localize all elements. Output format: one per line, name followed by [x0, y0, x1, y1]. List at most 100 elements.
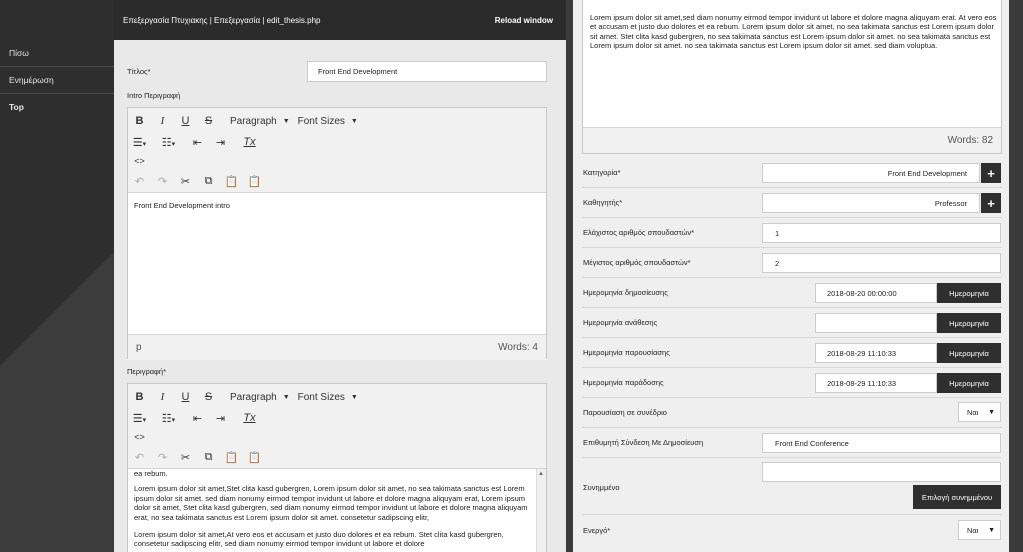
- description-paragraph: Lorem ipsum dolor sit amet,Stet clita ka…: [134, 484, 528, 522]
- bullet-list-icon[interactable]: ☰▾: [128, 136, 151, 149]
- presentation-date-label: Ημερομηνία παρουσίασης: [583, 348, 670, 357]
- chevron-down-icon: ▼: [350, 393, 358, 401]
- add-category-button[interactable]: +: [981, 163, 1001, 183]
- conference-row: Παρουσίαση σε συνέδριο Ναι ▼: [582, 398, 1002, 428]
- page-scrollbar[interactable]: [1009, 0, 1023, 552]
- professor-label: Καθηγητής*: [583, 198, 623, 207]
- presentation-date-button[interactable]: Ημερομηνία: [937, 343, 1001, 363]
- strikethrough-button[interactable]: S: [197, 115, 220, 127]
- intro-word-count: Words: 4: [498, 342, 538, 353]
- category-field[interactable]: Front End Development: [762, 163, 980, 183]
- assign-date-button[interactable]: Ημερομηνία: [937, 313, 1001, 333]
- intro-description-label: Intro Περιγραφή: [127, 91, 181, 100]
- outdent-icon[interactable]: ⇤: [186, 412, 209, 425]
- max-students-row: Μέγιστος αριθμός σπουδαστών* 2: [582, 248, 1002, 278]
- undo-icon[interactable]: ↶: [128, 175, 151, 188]
- scroll-up-icon[interactable]: ▲: [538, 471, 544, 477]
- intro-text: Front End Development intro: [134, 201, 230, 210]
- paste-icon[interactable]: 📋: [220, 175, 243, 188]
- outdent-icon[interactable]: ⇤: [186, 136, 209, 149]
- max-students-input[interactable]: 2: [762, 253, 1001, 273]
- paste-text-icon[interactable]: 📋: [243, 451, 266, 464]
- active-label: Ενεργό*: [583, 526, 611, 535]
- en-label: EN: [590, 0, 600, 2]
- description-paragraph: Lorem ipsum dolor sit amet,At vero eos e…: [134, 530, 504, 549]
- paste-icon[interactable]: 📋: [220, 451, 243, 464]
- publish-date-button[interactable]: Ημερομηνία: [937, 283, 1001, 303]
- paragraph-select-label: Paragraph: [230, 115, 277, 127]
- intro-edit-area[interactable]: Front End Development intro: [128, 193, 546, 334]
- sidebar-item-back[interactable]: Πίσω: [0, 40, 114, 67]
- numbered-list-icon[interactable]: ☷▾: [157, 136, 180, 149]
- clear-format-icon[interactable]: Tx: [238, 412, 261, 424]
- left-form-panel: Τίτλος* Front End Development Intro Περι…: [114, 40, 566, 552]
- description-edit-area[interactable]: ea rebum. Lorem ipsum dolor sit amet,Ste…: [128, 469, 546, 552]
- assign-date-input[interactable]: [815, 313, 937, 333]
- bold-button[interactable]: B: [128, 391, 151, 403]
- desired-link-row: Επιθυμητή Σύνδεση Με Δημοσίευση Front En…: [582, 428, 1002, 458]
- clear-format-icon[interactable]: Tx: [238, 136, 261, 148]
- bullet-list-icon[interactable]: ☰▾: [128, 412, 151, 425]
- redo-icon[interactable]: ↷: [151, 175, 174, 188]
- indent-icon[interactable]: ⇥: [209, 412, 232, 425]
- category-label: Κατηγορία*: [583, 168, 621, 177]
- strikethrough-button[interactable]: S: [197, 391, 220, 403]
- sidebar-item-update[interactable]: Ενημέρωση: [0, 67, 114, 94]
- right-form-panel: EN Lorem ipsum dolor sit amet,sed diam n…: [573, 0, 1009, 552]
- description-scrollbar[interactable]: ▲: [536, 469, 546, 552]
- paste-text-icon[interactable]: 📋: [243, 175, 266, 188]
- source-code-icon[interactable]: <>: [128, 156, 151, 166]
- en-edit-area[interactable]: Lorem ipsum dolor sit amet,sed diam nonu…: [590, 13, 998, 50]
- sidebar-item-top[interactable]: Top: [0, 94, 114, 121]
- add-professor-button[interactable]: +: [981, 193, 1001, 213]
- copy-icon[interactable]: ⧉: [197, 175, 220, 188]
- title-input[interactable]: Front End Development: [307, 61, 547, 82]
- copy-icon[interactable]: ⧉: [197, 451, 220, 464]
- paragraph-select[interactable]: Paragraph ▼: [230, 392, 290, 403]
- cut-icon[interactable]: ✂: [174, 451, 197, 464]
- attachment-input[interactable]: [762, 462, 1001, 482]
- delivery-date-input[interactable]: 2018-08-29 11:10:33: [815, 373, 937, 393]
- undo-icon[interactable]: ↶: [128, 451, 151, 464]
- font-size-select[interactable]: Font Sizes ▼: [298, 392, 358, 403]
- underline-button[interactable]: U: [174, 391, 197, 403]
- sidebar-menu: Πίσω Ενημέρωση Top: [0, 40, 114, 121]
- conference-select[interactable]: Ναι ▼: [958, 402, 1001, 422]
- active-select-value: Ναι: [967, 525, 979, 535]
- underline-button[interactable]: U: [174, 115, 197, 127]
- professor-field[interactable]: Professor: [762, 193, 980, 213]
- font-size-select[interactable]: Font Sizes ▼: [298, 116, 358, 127]
- italic-button[interactable]: I: [151, 391, 174, 403]
- page-title: Επεξεργασία Πτυχιακης | Επεξεργασία | ed…: [123, 16, 321, 25]
- source-code-icon[interactable]: <>: [128, 432, 151, 442]
- intro-toolbar: B I U S Paragraph ▼ Font Sizes ▼ ☰▾ ☷▾ ⇤ ⇥…: [128, 108, 546, 193]
- publish-date-input[interactable]: 2018-08-20 00:00:00: [815, 283, 937, 303]
- intro-editor: B I U S Paragraph ▼ Font Sizes ▼ ☰▾ ☷▾ ⇤ ⇥…: [127, 107, 547, 360]
- publish-date-row: Ημερομηνία δημοσίευσης 2018-08-20 00:00:…: [582, 278, 1002, 308]
- min-students-input[interactable]: 1: [762, 223, 1001, 243]
- en-statusbar: Words: 82: [583, 127, 1001, 153]
- category-row: Κατηγορία* Front End Development +: [582, 158, 1002, 188]
- active-row: Ενεργό* Ναι ▼: [582, 515, 1002, 552]
- min-students-label: Ελάχιστος αριθμός σπουδαστών*: [583, 228, 695, 237]
- assign-date-label: Ημερομηνία ανάθεσης: [583, 318, 658, 327]
- chevron-down-icon: ▼: [988, 408, 995, 416]
- bold-button[interactable]: B: [128, 115, 151, 127]
- active-select[interactable]: Ναι ▼: [958, 520, 1001, 540]
- sidebar: Πίσω Ενημέρωση Top: [0, 0, 114, 552]
- delivery-date-button[interactable]: Ημερομηνία: [937, 373, 1001, 393]
- panel-divider: [566, 0, 573, 552]
- paragraph-select-label: Paragraph: [230, 391, 277, 403]
- indent-icon[interactable]: ⇥: [209, 136, 232, 149]
- reload-window-button[interactable]: Reload window: [495, 16, 553, 25]
- assign-date-row: Ημερομηνία ανάθεσης Ημερομηνία: [582, 308, 1002, 338]
- presentation-date-input[interactable]: 2018-08-29 11:10:33: [815, 343, 937, 363]
- redo-icon[interactable]: ↷: [151, 451, 174, 464]
- choose-attachment-button[interactable]: Επιλογή συνημμένου: [913, 485, 1001, 509]
- cut-icon[interactable]: ✂: [174, 175, 197, 188]
- numbered-list-icon[interactable]: ☷▾: [157, 412, 180, 425]
- description-label: Περιγραφή*: [127, 367, 166, 376]
- desired-link-input[interactable]: Front End Conference: [762, 433, 1001, 453]
- italic-button[interactable]: I: [151, 115, 174, 127]
- paragraph-select[interactable]: Paragraph ▼: [230, 116, 290, 127]
